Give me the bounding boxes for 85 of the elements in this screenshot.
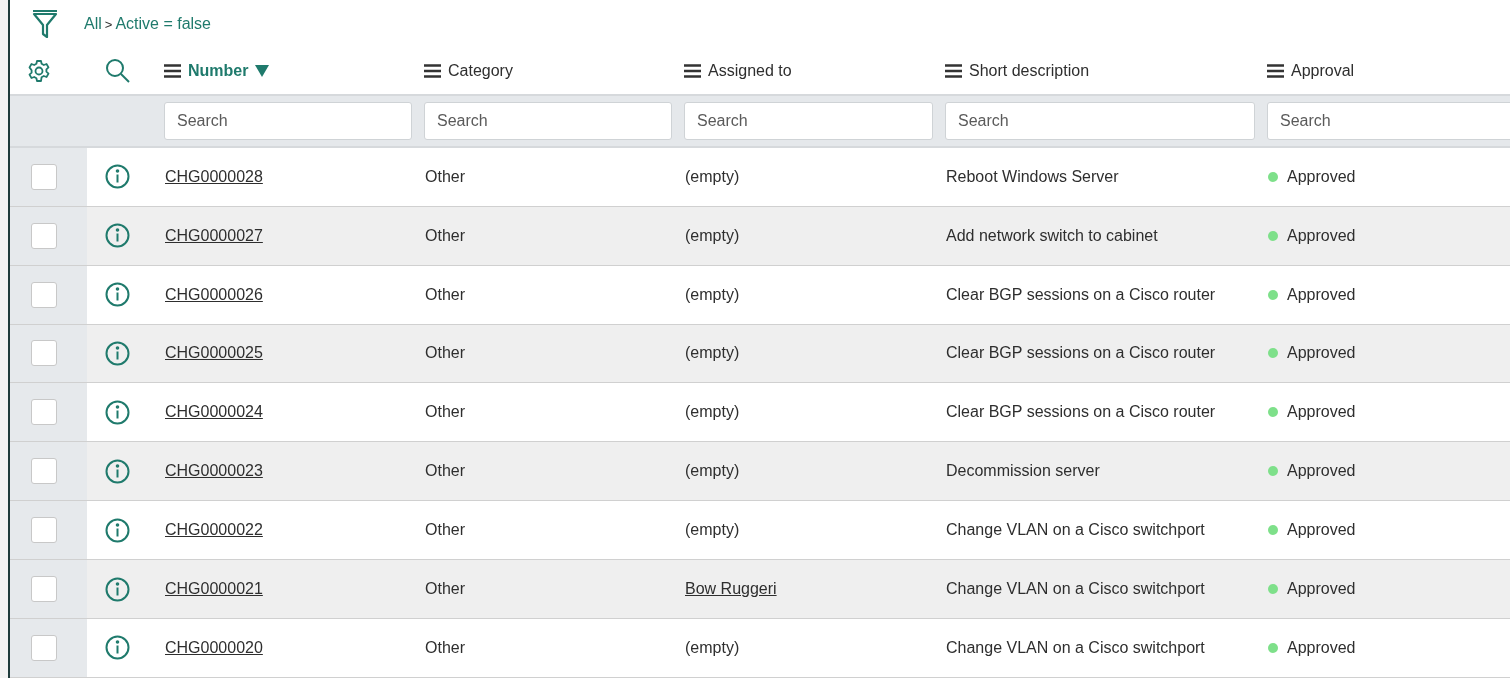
table-cell-text: Other bbox=[424, 226, 466, 245]
record-number-link[interactable]: CHG0000022 bbox=[165, 521, 263, 540]
approval-status: Approved bbox=[1287, 580, 1356, 599]
table-cell-text: Clear BGP sessions on a Cisco router bbox=[945, 285, 1217, 304]
menu-icon bbox=[164, 63, 181, 78]
table-cell-text: Reboot Windows Server bbox=[945, 167, 1120, 186]
table-cell-text: Clear BGP sessions on a Cisco router bbox=[945, 344, 1217, 363]
column-header[interactable]: Short description bbox=[937, 61, 1090, 80]
row-checkbox[interactable] bbox=[30, 458, 57, 485]
table-cell-text: (empty) bbox=[684, 344, 741, 363]
approval-status: Approved bbox=[1287, 403, 1356, 422]
table-cell-text: Other bbox=[424, 580, 466, 599]
record-number-link[interactable]: CHG0000021 bbox=[165, 580, 263, 599]
menu-icon bbox=[684, 63, 701, 78]
record-number-link[interactable]: CHG0000020 bbox=[165, 639, 263, 657]
table-cell-text: (empty) bbox=[684, 521, 741, 540]
breadcrumb-separator: > bbox=[104, 16, 113, 32]
approval-status: Approved bbox=[1287, 462, 1356, 481]
table-cell-text: (empty) bbox=[684, 639, 741, 657]
table-cell-text: (empty) bbox=[684, 285, 741, 304]
table-cell-text: Change VLAN on a Cisco switchport bbox=[945, 580, 1206, 599]
table-cell-text: Decommission server bbox=[945, 462, 1101, 481]
filter-icon[interactable] bbox=[32, 9, 58, 38]
menu-icon bbox=[945, 63, 962, 78]
search-field[interactable]: Search bbox=[684, 101, 933, 140]
search-icon[interactable] bbox=[104, 57, 131, 84]
breadcrumb-link[interactable]: All bbox=[84, 14, 102, 32]
table-cell-text: (empty) bbox=[684, 226, 741, 245]
approval-status: Approved bbox=[1287, 226, 1356, 245]
table-cell-text: (empty) bbox=[684, 403, 741, 422]
table-cell-text: Clear BGP sessions on a Cisco router bbox=[945, 403, 1217, 422]
record-number-link[interactable]: CHG0000024 bbox=[165, 403, 263, 422]
info-icon[interactable] bbox=[105, 282, 130, 308]
row-checkbox[interactable] bbox=[30, 635, 57, 661]
column-header[interactable]: Category bbox=[416, 61, 513, 80]
approval-status: Approved bbox=[1287, 285, 1356, 304]
record-number-link[interactable]: CHG0000026 bbox=[165, 285, 263, 304]
row-checkbox[interactable] bbox=[30, 399, 57, 426]
row-checkbox[interactable] bbox=[30, 163, 57, 190]
row-checkbox[interactable] bbox=[30, 222, 57, 249]
column-header[interactable]: Assigned to bbox=[676, 61, 792, 80]
table-cell-text: Other bbox=[424, 639, 466, 657]
sort-descending-icon bbox=[255, 64, 270, 77]
approval-status: Approved bbox=[1287, 521, 1356, 540]
search-field[interactable]: Search bbox=[164, 101, 412, 140]
table-cell-text: Change VLAN on a Cisco switchport bbox=[945, 639, 1206, 657]
search-field[interactable]: Search bbox=[945, 101, 1255, 140]
info-icon[interactable] bbox=[105, 399, 130, 425]
search-field[interactable]: Search bbox=[1267, 101, 1510, 140]
table-cell-text: (empty) bbox=[684, 167, 741, 186]
table-cell-text: Add network switch to cabinet bbox=[945, 226, 1159, 245]
record-number-link[interactable]: CHG0000027 bbox=[165, 226, 263, 245]
record-number-link[interactable]: CHG0000028 bbox=[165, 167, 263, 186]
info-icon[interactable] bbox=[105, 340, 130, 366]
menu-icon bbox=[1267, 63, 1284, 78]
column-header[interactable]: Number bbox=[156, 61, 270, 80]
table-cell-text: Other bbox=[424, 462, 466, 481]
table-cell-text: Other bbox=[424, 285, 466, 304]
table-cell-text: (empty) bbox=[684, 462, 741, 481]
approval-status: Approved bbox=[1287, 167, 1356, 186]
table-cell-text: Other bbox=[424, 344, 466, 363]
row-checkbox[interactable] bbox=[30, 517, 57, 544]
row-checkbox[interactable] bbox=[30, 340, 57, 367]
table-cell-text: Change VLAN on a Cisco switchport bbox=[945, 521, 1206, 540]
row-checkbox[interactable] bbox=[30, 576, 57, 603]
menu-icon bbox=[424, 63, 441, 78]
info-icon[interactable] bbox=[105, 164, 130, 190]
row-checkbox[interactable] bbox=[30, 281, 57, 308]
record-number-link[interactable]: CHG0000025 bbox=[165, 344, 263, 363]
record-number-link[interactable]: CHG0000023 bbox=[165, 462, 263, 481]
info-icon[interactable] bbox=[105, 458, 130, 484]
approval-status: Approved bbox=[1287, 639, 1356, 657]
table-cell-text: Other bbox=[424, 521, 466, 540]
info-icon[interactable] bbox=[105, 223, 130, 249]
settings-icon[interactable] bbox=[26, 58, 51, 83]
table-cell-text: Other bbox=[424, 167, 466, 186]
info-icon[interactable] bbox=[105, 576, 130, 602]
column-header[interactable]: Approval bbox=[1259, 61, 1355, 80]
info-icon[interactable] bbox=[105, 517, 130, 543]
search-field[interactable]: Search bbox=[424, 101, 672, 140]
user-link[interactable]: Bow Ruggeri bbox=[685, 580, 777, 599]
info-icon[interactable] bbox=[105, 635, 130, 661]
approval-status: Approved bbox=[1287, 344, 1356, 363]
table-cell-text: Other bbox=[424, 403, 466, 422]
breadcrumb-link[interactable]: Active = false bbox=[115, 14, 211, 32]
